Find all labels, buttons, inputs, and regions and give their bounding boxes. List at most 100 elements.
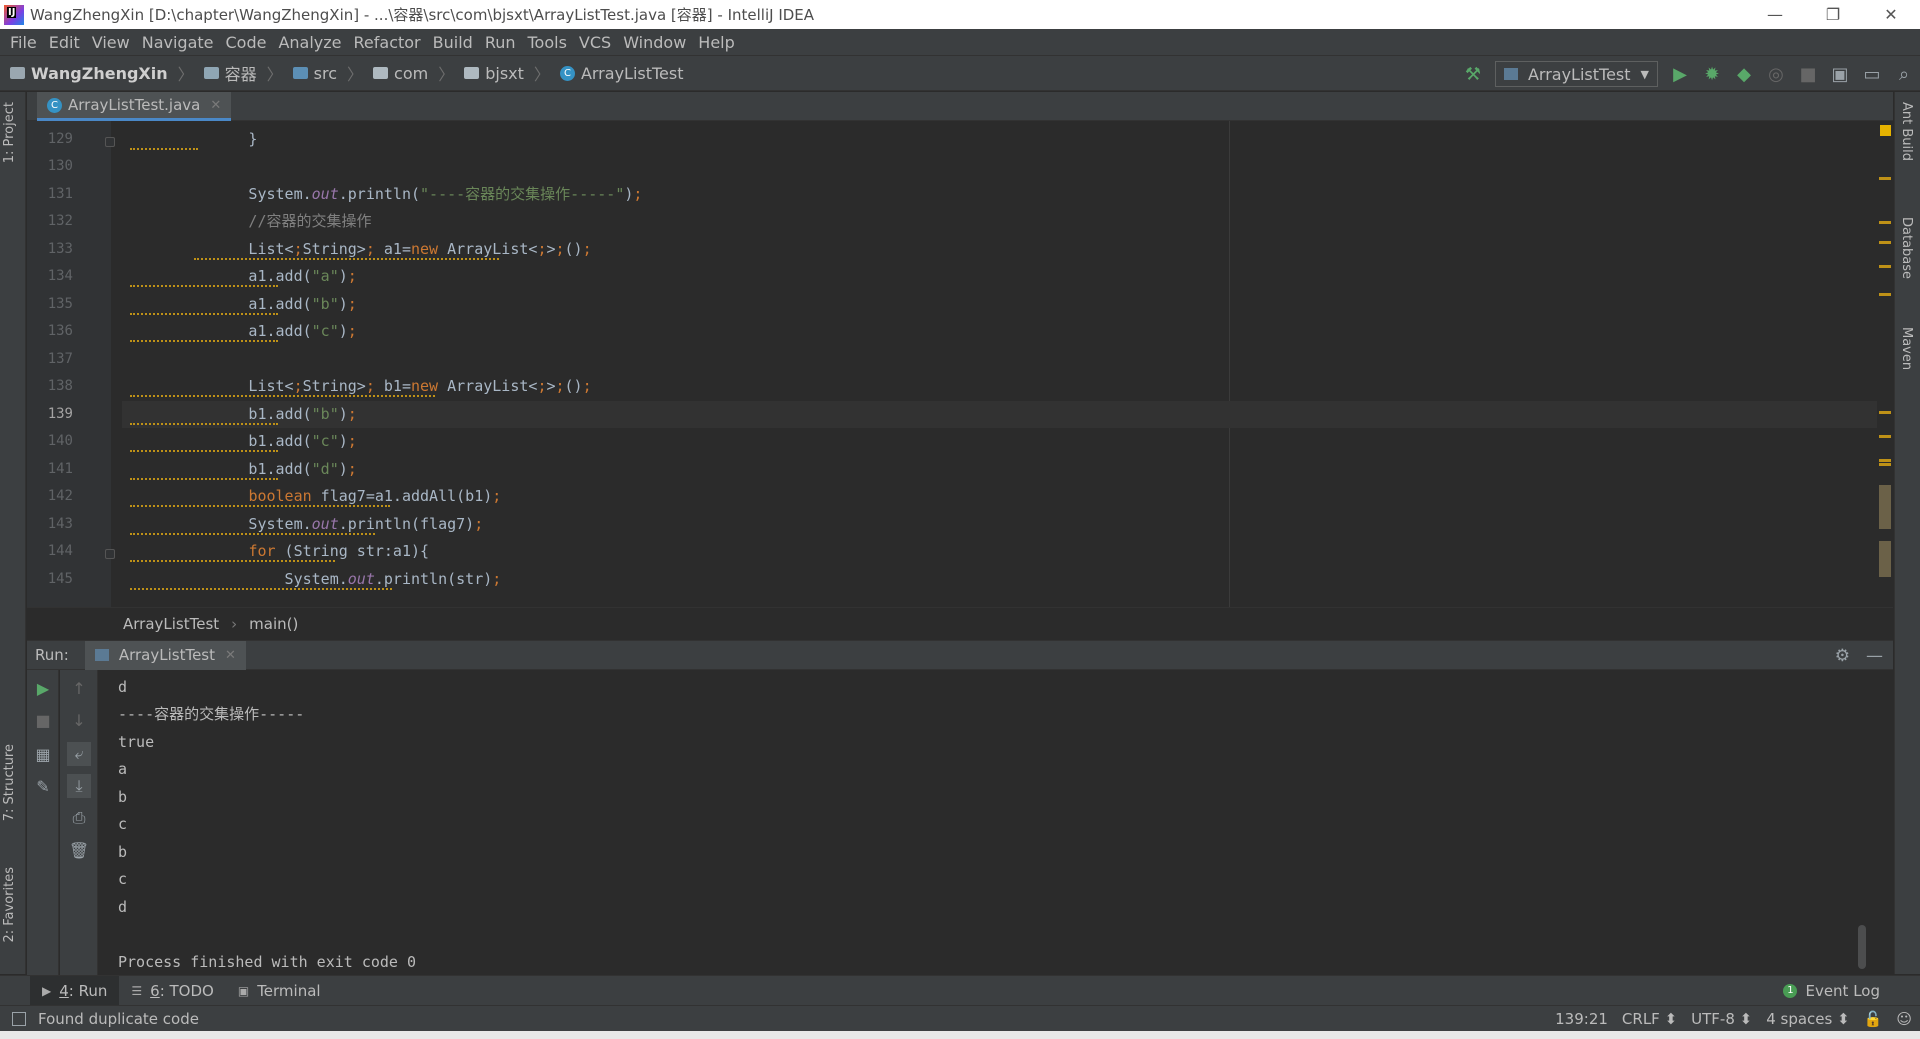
code-breadcrumbs: ArrayListTest › main() (27, 607, 1893, 640)
todo-tool-tab[interactable]: ☰ 6: TODO (119, 976, 225, 1006)
warning-marker[interactable] (1879, 435, 1891, 438)
lock-icon[interactable]: 🔓 (1864, 1010, 1883, 1028)
breadcrumb-class[interactable]: C ArrayListTest (559, 64, 684, 83)
menu-analyze[interactable]: Analyze (272, 33, 347, 52)
breadcrumb-com[interactable]: com 〉 (373, 61, 454, 85)
run-console[interactable]: d ----容器的交集操作----- true a b c b c d Proc… (98, 670, 1880, 975)
favorites-tool-tab[interactable]: 2: Favorites (2, 867, 17, 943)
scroll-to-end-icon[interactable]: ⤓ (67, 774, 91, 798)
layout-icon[interactable]: ▭ (1856, 56, 1888, 92)
code-area[interactable]: } System.out.println("----容器的交集操作-----")… (122, 121, 1893, 607)
gear-icon[interactable]: ⚙ (1835, 646, 1850, 666)
minimize-panel-icon[interactable]: — (1866, 646, 1883, 666)
scroll-thumb[interactable] (1879, 541, 1891, 577)
breadcrumb-project[interactable]: WangZhengXin 〉 (10, 61, 194, 85)
menu-window[interactable]: Window (617, 33, 692, 52)
package-folder-icon (464, 67, 480, 79)
code-editor[interactable]: 129 130 131 132 133 134 135 136 137 138 … (27, 121, 1893, 607)
encoding-selector[interactable]: UTF-8 ⬍ (1691, 1010, 1752, 1028)
menu-refactor[interactable]: Refactor (348, 33, 427, 52)
ant-build-tool-tab[interactable]: Ant Build (1899, 102, 1914, 161)
inspector-icon[interactable]: ☺ (1896, 1010, 1912, 1028)
profile-icon[interactable]: ◎ (1760, 56, 1792, 92)
project-structure-icon[interactable]: ▣ (1824, 56, 1856, 92)
run-icon[interactable]: ▶ (1664, 56, 1696, 92)
menu-file[interactable]: File (4, 33, 43, 52)
run-tool-tab[interactable]: ▶ 4: Run (30, 975, 120, 1006)
down-arrow-icon[interactable]: ↓ (67, 708, 91, 732)
run-configuration-dropdown[interactable]: ArrayListTest ▼ (1494, 61, 1658, 87)
fold-marker-icon[interactable] (105, 549, 115, 559)
breadcrumb-module[interactable]: 容器 〉 (203, 61, 283, 85)
pin-icon[interactable]: ✎ (31, 774, 55, 798)
scroll-thumb[interactable] (1879, 485, 1891, 529)
search-icon[interactable]: ⌕ (1888, 56, 1920, 92)
menu-code[interactable]: Code (220, 33, 273, 52)
close-button[interactable]: ✕ (1862, 0, 1920, 29)
coverage-icon[interactable]: ◆ (1728, 56, 1760, 92)
warning-marker[interactable] (1879, 411, 1891, 414)
layout-icon[interactable]: ▦ (31, 742, 55, 766)
restore-button[interactable]: ❐ (1804, 0, 1862, 29)
console-line: d (118, 678, 128, 696)
warning-underline (130, 503, 390, 507)
rerun-icon[interactable]: ▶ (31, 676, 55, 700)
menu-view[interactable]: View (86, 33, 136, 52)
menu-build[interactable]: Build (427, 33, 479, 52)
debug-icon[interactable]: ✹ (1696, 56, 1728, 92)
breadcrumb-src[interactable]: src 〉 (292, 61, 363, 85)
stop-icon[interactable]: ■ (31, 708, 55, 732)
menu-run[interactable]: Run (479, 33, 522, 52)
warning-marker[interactable] (1879, 463, 1891, 466)
project-tool-tab[interactable]: 1: Project (2, 102, 17, 163)
menu-help[interactable]: Help (692, 33, 740, 52)
close-tab-icon[interactable]: ✕ (210, 98, 221, 113)
fold-marker-icon[interactable] (105, 137, 115, 147)
warning-marker[interactable] (1879, 221, 1891, 224)
line-number: 132 (47, 213, 73, 229)
code-line: System.out.println(str); (122, 566, 1893, 593)
console-scrollbar[interactable] (1858, 925, 1866, 969)
error-stripe[interactable] (1877, 121, 1893, 607)
soft-wrap-icon[interactable]: ⤶ (67, 742, 91, 766)
database-tool-tab[interactable]: Database (1899, 217, 1914, 279)
intellij-logo-icon (4, 4, 24, 25)
breadcrumb-bjsxt[interactable]: bjsxt 〉 (464, 61, 550, 85)
menu-navigate[interactable]: Navigate (136, 33, 220, 52)
menu-vcs[interactable]: VCS (573, 33, 617, 52)
structure-tool-tab[interactable]: 7: Structure (2, 744, 17, 821)
code-line: a1.add("a"); (122, 263, 1893, 290)
caret-position[interactable]: 139:21 (1555, 1010, 1608, 1028)
menu-bar: File Edit View Navigate Code Analyze Ref… (0, 29, 1920, 55)
console-line: c (118, 815, 128, 833)
status-message[interactable]: Found duplicate code (38, 1010, 199, 1028)
editor-tab-arraylisttest[interactable]: C ArrayListTest.java ✕ (37, 92, 232, 121)
breadcrumb-method[interactable]: main() (249, 615, 298, 633)
breadcrumb-class[interactable]: ArrayListTest (123, 615, 219, 633)
warning-marker[interactable] (1879, 459, 1891, 462)
warning-marker[interactable] (1879, 241, 1891, 244)
print-icon[interactable]: ⎙ (67, 806, 91, 830)
warning-marker[interactable] (1879, 265, 1891, 268)
run-tab-arraylisttest[interactable]: ArrayListTest ✕ (84, 640, 246, 670)
warning-marker[interactable] (1879, 177, 1891, 180)
line-separator-selector[interactable]: CRLF ⬍ (1622, 1010, 1677, 1028)
menu-tools[interactable]: Tools (522, 33, 573, 52)
maven-tool-tab[interactable]: Maven (1899, 327, 1914, 370)
warning-marker[interactable] (1879, 293, 1891, 296)
event-log-tab[interactable]: 1 Event Log (1783, 976, 1880, 1006)
close-tab-icon[interactable]: ✕ (225, 648, 236, 663)
terminal-icon: ▣ (237, 983, 250, 998)
event-log-label: Event Log (1805, 982, 1880, 1000)
up-arrow-icon[interactable]: ↑ (67, 676, 91, 700)
panel-toggle-icon[interactable] (12, 1012, 26, 1026)
menu-edit[interactable]: Edit (43, 33, 86, 52)
warning-status-icon[interactable] (1880, 125, 1891, 136)
trash-icon[interactable]: 🗑 (67, 838, 91, 862)
chevron-right-icon: 〉 (438, 65, 455, 84)
stop-icon[interactable]: ■ (1792, 56, 1824, 92)
minimize-button[interactable]: — (1746, 0, 1804, 29)
hammer-icon[interactable]: ⚒ (1457, 56, 1489, 92)
terminal-tool-tab[interactable]: ▣ Terminal (226, 976, 333, 1006)
indent-selector[interactable]: 4 spaces ⬍ (1766, 1010, 1849, 1028)
